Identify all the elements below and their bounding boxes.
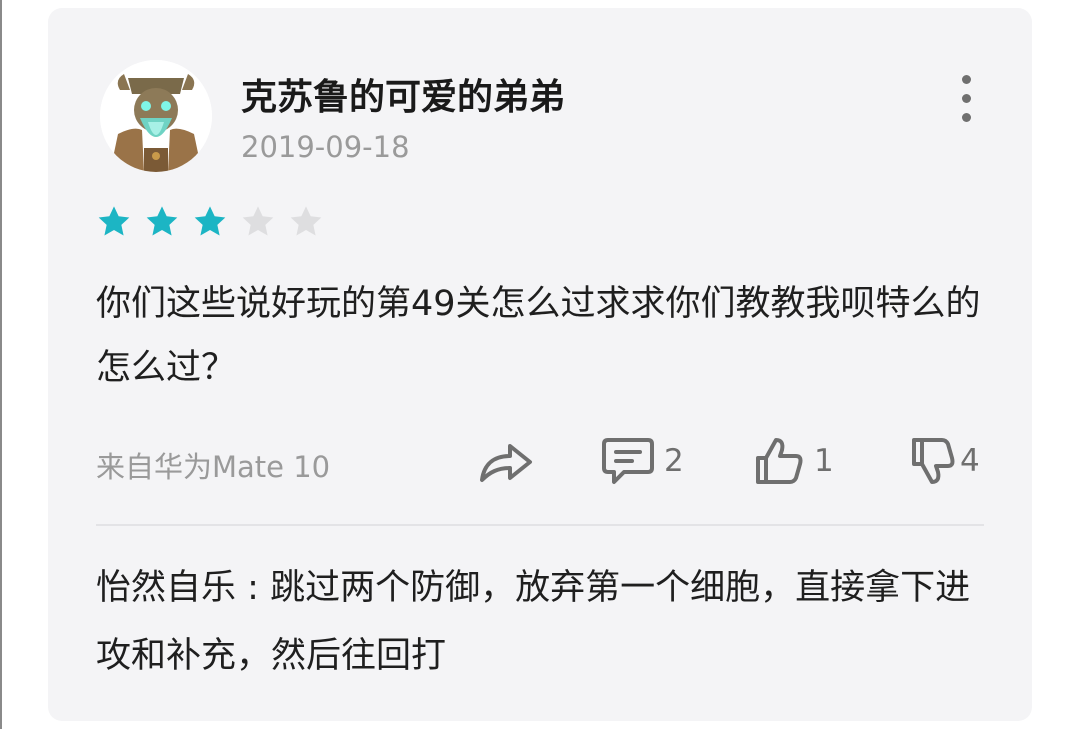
star-icon	[242, 206, 274, 236]
comment-icon	[602, 438, 654, 484]
device-label: 来自华为Mate 10	[96, 450, 331, 484]
dislike-button[interactable]: 4	[910, 436, 980, 486]
username[interactable]: 克苏鲁的可爱的弟弟	[241, 68, 565, 120]
star-rating	[96, 204, 336, 240]
star-icon	[194, 206, 226, 236]
reply-preview[interactable]: 怡然自乐 : 跳过两个防御，放弃第一个细胞，直接拿下进攻和补充，然后往回打	[96, 554, 996, 690]
share-button[interactable]	[478, 436, 534, 486]
star-icon	[290, 206, 322, 236]
screen-edge	[0, 0, 2, 729]
review-date: 2019-09-18	[241, 130, 410, 164]
review-card: 克苏鲁的可爱的弟弟 2019-09-18 你们这些说好玩的第49关怎么过求求你们…	[48, 8, 1032, 721]
thumbs-down-icon	[912, 438, 955, 484]
more-options-icon[interactable]	[954, 70, 978, 122]
like-button[interactable]: 1	[754, 436, 834, 486]
comment-count: 2	[664, 443, 684, 479]
share-icon	[480, 444, 532, 482]
review-content: 你们这些说好玩的第49关怎么过求求你们教教我呗特么的怎么过？	[96, 284, 981, 388]
like-count: 1	[814, 443, 834, 479]
avatar[interactable]	[100, 60, 212, 172]
thumbs-up-icon	[756, 438, 803, 484]
reply-separator: :	[236, 568, 271, 608]
dislike-count: 4	[960, 443, 980, 479]
divider	[96, 524, 984, 526]
avatar-image	[100, 60, 212, 172]
star-icon	[98, 206, 130, 236]
comment-button[interactable]: 2	[602, 436, 684, 486]
star-icon	[146, 206, 178, 236]
reply-author: 怡然自乐	[96, 568, 237, 608]
